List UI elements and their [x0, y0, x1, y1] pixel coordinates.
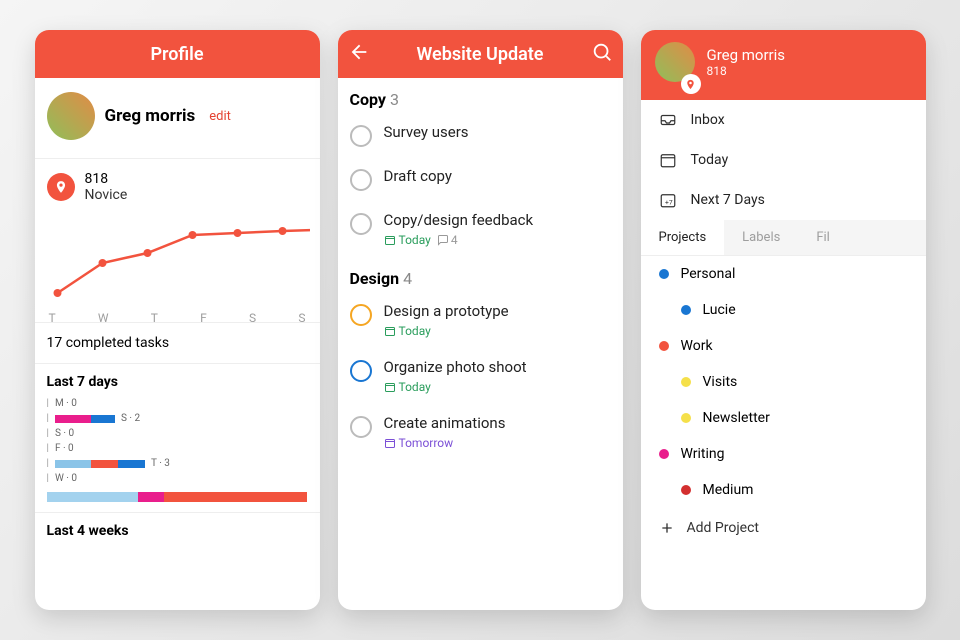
user-name: Greg morris: [707, 46, 786, 64]
week-icon: +7: [659, 191, 677, 209]
checkbox-icon[interactable]: [350, 213, 372, 235]
profile-title: Profile: [45, 44, 310, 65]
project-screen: Website Update Copy3 Survey users Draft …: [338, 30, 623, 610]
task-row[interactable]: Create animations Tomorrow: [338, 404, 623, 460]
task-row[interactable]: Copy/design feedback Today 4: [338, 201, 623, 257]
today-badge: Today: [384, 233, 431, 247]
avatar[interactable]: [47, 92, 95, 140]
sidebar-tabs: Projects Labels Fil: [641, 220, 926, 256]
profile-user-row: Greg morris edit: [35, 78, 320, 154]
task-row[interactable]: Survey users: [338, 113, 623, 157]
checkbox-icon[interactable]: [350, 125, 372, 147]
tab-filters[interactable]: Fil: [798, 220, 848, 255]
karma-icon: [681, 74, 701, 94]
menu-today[interactable]: Today: [641, 140, 926, 180]
chart-day-labels: TW TF SS: [45, 307, 310, 333]
karma-rank: Novice: [85, 187, 128, 203]
task-row[interactable]: Draft copy: [338, 157, 623, 201]
plus-icon: [659, 520, 675, 536]
menu-next7[interactable]: +7 Next 7 Days: [641, 180, 926, 220]
karma-points: 818: [85, 171, 128, 187]
search-icon[interactable]: [591, 41, 613, 67]
add-project-button[interactable]: Add Project: [641, 508, 926, 548]
last4-heading: Last 4 weeks: [35, 512, 320, 545]
karma-chart: TW TF SS: [35, 213, 320, 323]
checkbox-icon[interactable]: [350, 169, 372, 191]
project-title: Website Update: [370, 44, 591, 65]
section-copy: Copy3: [338, 78, 623, 113]
tab-labels[interactable]: Labels: [724, 220, 798, 255]
back-icon[interactable]: [348, 41, 370, 67]
profile-screen: Profile Greg morris edit 818 Novice TW T…: [35, 30, 320, 610]
project-work[interactable]: Work: [641, 328, 926, 364]
user-name: Greg morris: [105, 106, 196, 126]
section-design: Design4: [338, 257, 623, 292]
project-visits[interactable]: Visits: [641, 364, 926, 400]
task-row[interactable]: Design a prototype Today: [338, 292, 623, 348]
task-row[interactable]: Organize photo shoot Today: [338, 348, 623, 404]
today-icon: [659, 151, 677, 169]
project-medium[interactable]: Medium: [641, 472, 926, 508]
edit-link[interactable]: edit: [209, 109, 231, 124]
karma-points: 818: [707, 64, 786, 78]
karma-icon: [47, 173, 75, 201]
project-lucie[interactable]: Lucie: [641, 292, 926, 328]
project-personal[interactable]: Personal: [641, 256, 926, 292]
profile-header: Profile: [35, 30, 320, 78]
karma-row: 818 Novice: [35, 158, 320, 213]
menu-inbox[interactable]: Inbox: [641, 100, 926, 140]
sidebar-header: Greg morris 818: [641, 30, 926, 100]
comment-icon: 4: [437, 233, 458, 247]
sidebar-screen: Greg morris 818 Inbox Today +7 Next 7 Da…: [641, 30, 926, 610]
last7-heading: Last 7 days: [35, 364, 320, 396]
tab-projects[interactable]: Projects: [641, 220, 725, 255]
checkbox-icon[interactable]: [350, 304, 372, 326]
checkbox-icon[interactable]: [350, 360, 372, 382]
project-writing[interactable]: Writing: [641, 436, 926, 472]
checkbox-icon[interactable]: [350, 416, 372, 438]
svg-text:+7: +7: [665, 199, 673, 207]
inbox-icon: [659, 111, 677, 129]
project-newsletter[interactable]: Newsletter: [641, 400, 926, 436]
project-header: Website Update: [338, 30, 623, 78]
